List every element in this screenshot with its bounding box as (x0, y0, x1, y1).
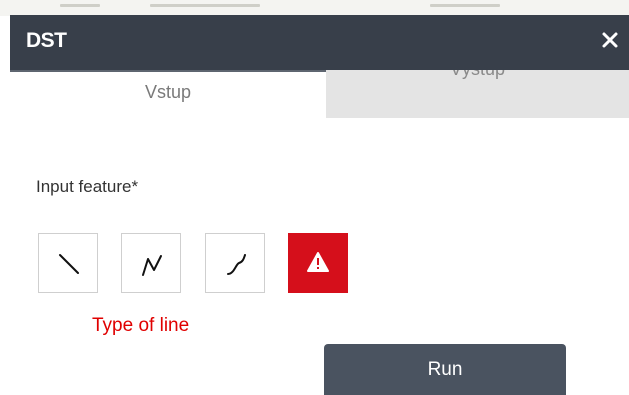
tab-vstup[interactable]: Vstup (10, 70, 326, 118)
input-feature-label: Input feature* (36, 177, 139, 196)
run-button[interactable]: Run (324, 344, 566, 395)
dialog-title: DST (26, 29, 67, 52)
tab-bar: Vstup Výstup (10, 70, 629, 118)
map-background-strip (0, 0, 629, 16)
map-feature (150, 4, 260, 7)
dialog-titlebar: DST (10, 15, 629, 70)
tab-label: Vstup (144, 82, 192, 102)
dst-dialog: DST Vstup Výstup Input feature* (10, 15, 629, 395)
warning-icon (307, 252, 329, 272)
warning-button[interactable] (288, 233, 348, 293)
polyline-icon (142, 255, 162, 276)
straight-line-tool-button[interactable] (38, 233, 98, 293)
map-feature (430, 4, 500, 7)
page: DST Vstup Výstup Input feature* (0, 0, 629, 395)
type-of-line-annotation: Type of line (92, 315, 190, 336)
close-icon[interactable] (599, 29, 621, 51)
tab-label: Výstup (326, 70, 629, 80)
tab-vystup[interactable]: Výstup (326, 70, 629, 118)
freehand-curve-icon (227, 254, 246, 275)
map-feature (60, 4, 100, 7)
polyline-tool-button[interactable] (121, 233, 181, 293)
freehand-curve-tool-button[interactable] (205, 233, 265, 293)
straight-line-icon (59, 254, 79, 274)
